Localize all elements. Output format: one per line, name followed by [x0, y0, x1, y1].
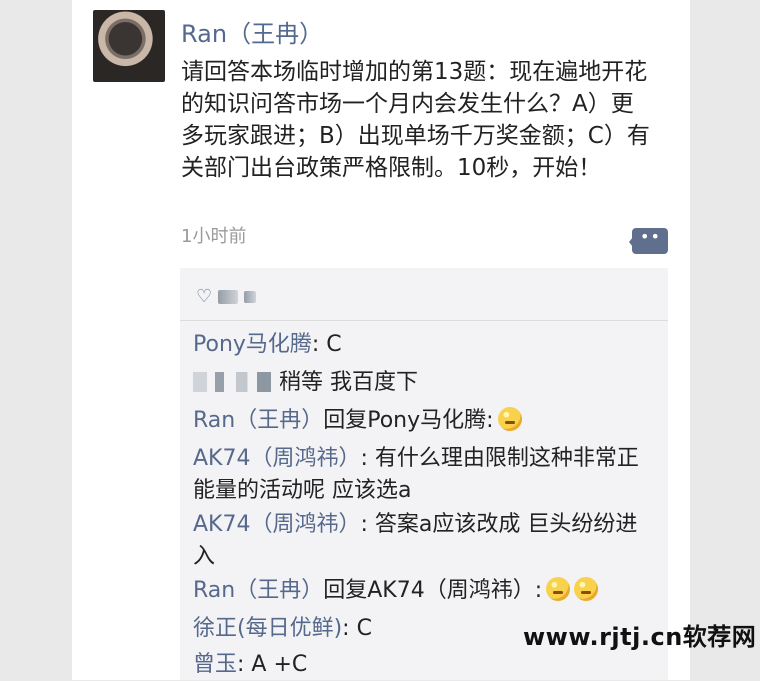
- grin-emoji: [546, 577, 571, 601]
- commenter-name[interactable]: 徐正(每日优鲜): [193, 616, 342, 641]
- divider: [180, 320, 668, 321]
- comment-6[interactable]: Ran（王冉）回复AK74（周鸿祎）:: [193, 575, 653, 607]
- commenter-name[interactable]: Ran（王冉）: [193, 408, 323, 433]
- comment-3[interactable]: Ran（王冉）回复Pony马化腾:: [193, 405, 653, 437]
- commenter-name[interactable]: AK74（周鸿祎）: [193, 446, 360, 471]
- commenter-name[interactable]: Ran（王冉）: [193, 578, 323, 603]
- blurred-commenter-name: [193, 372, 271, 392]
- author-name[interactable]: Ran（王冉）: [181, 14, 323, 49]
- watermark: www.rjtj.cn软荐网: [523, 623, 757, 651]
- commenter-name[interactable]: Pony马化腾: [193, 332, 312, 357]
- post-time: 1小时前: [181, 226, 247, 247]
- commenter-name[interactable]: 曾玉: [193, 652, 237, 677]
- comment-icon[interactable]: [629, 227, 668, 254]
- wink-emoji: [574, 577, 599, 601]
- comment-text: : C: [342, 616, 372, 641]
- comment-2[interactable]: 稍等 我百度下: [193, 367, 653, 399]
- comment-8[interactable]: 曾玉: A +C: [193, 649, 653, 681]
- comment-1[interactable]: Pony马化腾: C: [193, 329, 653, 361]
- comment-text: 回复Pony马化腾:: [323, 408, 494, 433]
- blurred-avatar: [218, 290, 239, 304]
- avatar[interactable]: [93, 10, 165, 82]
- likes-row: ♡: [196, 286, 257, 308]
- heart-icon: ♡: [196, 286, 213, 307]
- commenter-name[interactable]: AK74（周鸿祎）: [193, 512, 360, 537]
- comment-text: 稍等 我百度下: [279, 370, 418, 395]
- comment-text: : A +C: [237, 652, 308, 677]
- comment-text: : C: [311, 332, 342, 357]
- comment-text: 回复AK74（周鸿祎）:: [323, 578, 543, 603]
- comment-4[interactable]: AK74（周鸿祎）: 有什么理由限制这种非常正能量的活动呢 应该选a: [193, 443, 653, 507]
- blurred-avatar: [244, 291, 257, 303]
- comment-5[interactable]: AK74（周鸿祎）: 答案a应该改成 巨头纷纷进入: [193, 509, 653, 573]
- smile-emoji: [497, 407, 522, 431]
- post-text: 请回答本场临时增加的第13题：现在遍地开花的知识问答市场一个月内会发生什么？A）…: [181, 59, 650, 181]
